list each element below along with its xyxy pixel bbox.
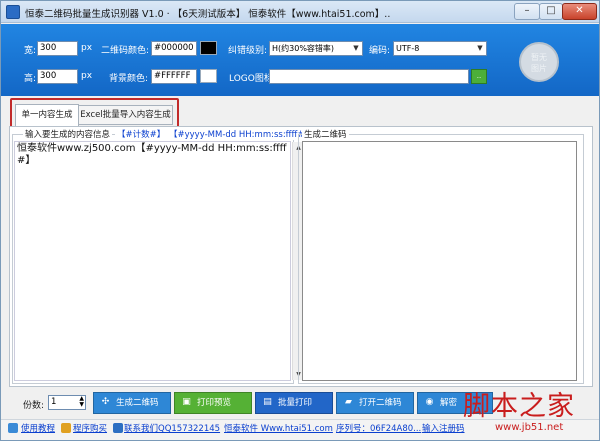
batch-print-label: 批量打印 — [278, 398, 313, 408]
insert-counter-link[interactable]: 【#计数#】 — [115, 128, 168, 140]
app-icon — [6, 5, 20, 19]
minimize-button[interactable]: – — [514, 3, 540, 20]
height-label: 高: — [24, 74, 37, 84]
width-unit: px — [81, 43, 93, 53]
website-link[interactable]: 恒泰软件 Www.htai51.com — [224, 422, 333, 434]
logo-preview-text: 暂无 图片 — [531, 53, 547, 73]
title-bar[interactable]: 恒泰二维码批量生成识别器 V1.0 · 【6天测试版本】 恒泰软件【www.ht… — [1, 1, 599, 23]
print-preview-label: 打印预览 — [197, 398, 232, 408]
print-preview-icon: ▣ — [182, 397, 191, 407]
decode-label: 解密 — [440, 398, 458, 408]
copies-spinner[interactable]: 1 ▲ ▼ — [48, 395, 86, 410]
chevron-down-icon: ▼ — [353, 44, 359, 52]
window-title: 恒泰二维码批量生成识别器 V1.0 · 【6天测试版本】 恒泰软件【www.ht… — [25, 9, 391, 20]
open-qr-button[interactable]: ▰ 打开二维码 — [336, 392, 414, 414]
output-group-title: 生成二维码 — [302, 128, 349, 140]
qr-color-label: 二维码颜色: — [101, 46, 150, 56]
encoding-value: UTF-8 — [396, 44, 420, 53]
chevron-down-icon: ▼ — [477, 44, 483, 52]
buy-link[interactable]: 程序购买 — [73, 422, 107, 434]
print-preview-button[interactable]: ▣ 打印预览 — [174, 392, 252, 414]
batch-print-button[interactable]: ▤ 批量打印 — [255, 392, 333, 414]
insert-datetime-link[interactable]: 【#yyyy-MM-dd HH:mm:ss:ffff#】 — [167, 128, 316, 140]
bg-color-label: 背景颜色: — [109, 74, 149, 84]
watermark-url: www.jb51.net — [495, 422, 564, 433]
settings-panel: 宽: 300 px 高: 300 px 二维码颜色: #000000 背景颜色:… — [1, 24, 599, 96]
printer-icon: ▤ — [263, 397, 272, 407]
contact-link[interactable]: 联系我们QQ157322145 — [124, 422, 220, 434]
tabs-highlight-frame — [10, 98, 179, 128]
serial-number: 序列号：06F24A80... — [336, 424, 422, 434]
close-button[interactable]: ✕ — [562, 3, 597, 20]
height-unit: px — [81, 71, 93, 81]
ecc-select[interactable]: H(约30%容错率) ▼ — [269, 41, 363, 56]
encoding-label: 编码: — [369, 46, 391, 56]
bg-color-swatch[interactable] — [200, 69, 217, 83]
encoding-select[interactable]: UTF-8 ▼ — [393, 41, 487, 56]
open-qr-label: 打开二维码 — [359, 398, 402, 408]
content-text: 恒泰软件www.zj500.com【#yyyy-MM-dd HH:mm:ss:f… — [17, 143, 287, 166]
app-window: 恒泰二维码批量生成识别器 V1.0 · 【6天测试版本】 恒泰软件【www.ht… — [0, 0, 600, 441]
generate-icon: ✣ — [101, 397, 110, 407]
maximize-button[interactable]: □ — [539, 3, 563, 20]
copies-label: 份数: — [23, 401, 45, 411]
height-input[interactable]: 300 — [37, 69, 78, 84]
width-label: 宽: — [24, 46, 37, 56]
input-group-title: 输入要生成的内容信息 — [23, 128, 113, 140]
ecc-value: H(约30%容错率) — [272, 44, 335, 53]
content-textarea[interactable]: 恒泰软件www.zj500.com【#yyyy-MM-dd HH:mm:ss:f… — [14, 141, 304, 381]
generate-qr-label: 生成二维码 — [116, 398, 159, 408]
generate-qr-button[interactable]: ✣ 生成二维码 — [93, 392, 171, 414]
help-icon — [8, 423, 18, 433]
decode-icon: ◉ — [425, 397, 434, 407]
bg-color-input[interactable]: #FFFFFF — [151, 69, 197, 84]
tutorial-link[interactable]: 使用教程 — [21, 422, 55, 434]
register-link[interactable]: 输入注册码 — [422, 422, 465, 434]
contact-icon — [113, 423, 123, 433]
qr-color-swatch[interactable] — [200, 41, 217, 55]
logo-preview: 暂无 图片 — [519, 42, 559, 82]
copies-value: 1 — [51, 397, 57, 407]
qr-color-input[interactable]: #000000 — [151, 41, 197, 56]
watermark-logo: 脚本之家 — [463, 391, 575, 422]
ecc-label: 纠错级别: — [228, 46, 268, 56]
qr-preview-area — [302, 141, 577, 381]
spinner-arrows-icon[interactable]: ▲ ▼ — [79, 396, 84, 408]
cart-icon — [61, 423, 71, 433]
browse-logo-button[interactable]: .. — [471, 69, 487, 84]
width-input[interactable]: 300 — [37, 41, 78, 56]
folder-icon: ▰ — [345, 397, 352, 407]
logo-path-input[interactable] — [269, 69, 469, 84]
